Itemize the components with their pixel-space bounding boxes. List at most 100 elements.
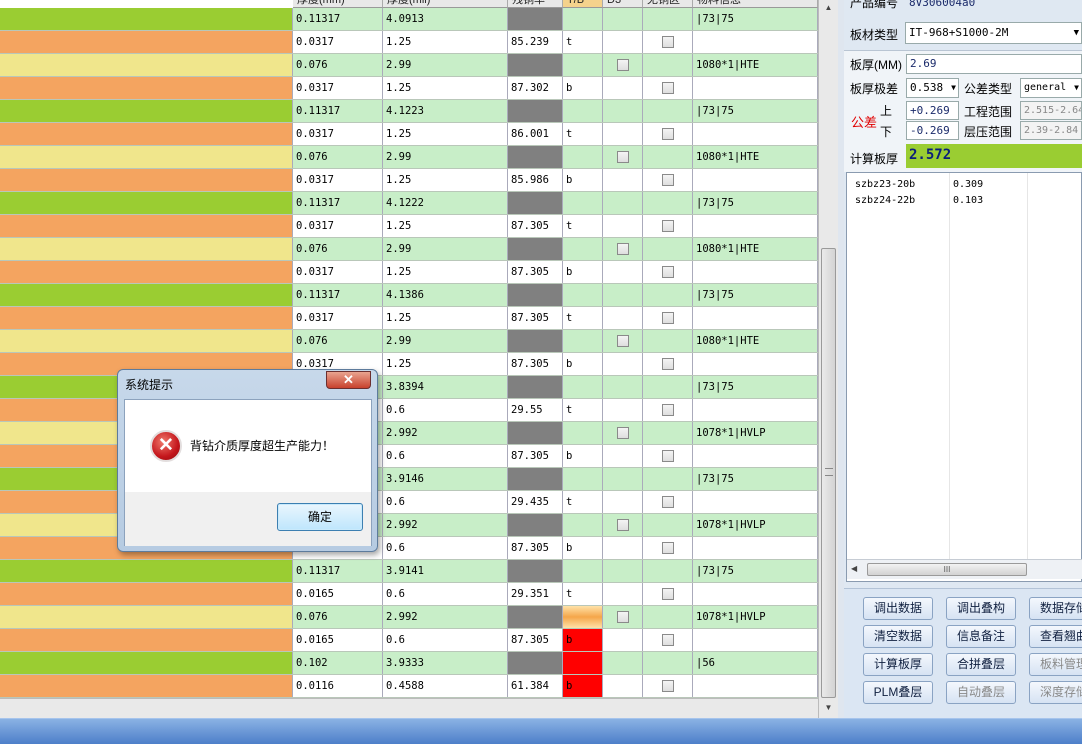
button-7[interactable]: 计算板厚 <box>863 653 933 676</box>
info-cell[interactable] <box>693 77 818 99</box>
thick-mil-cell[interactable]: 0.6 <box>383 491 508 513</box>
nocu-cell[interactable] <box>643 514 693 536</box>
tb-cell[interactable]: t <box>563 215 603 237</box>
button-10[interactable]: PLM叠层 <box>863 681 933 704</box>
table-row[interactable]: 0.11317 4.1386 |73|75 <box>0 284 818 307</box>
table-row[interactable]: 0.0317 1.25 87.305 b <box>0 261 818 284</box>
thick-mm-cell[interactable]: 0.11317 <box>293 8 383 30</box>
d3-checkbox[interactable] <box>617 519 629 531</box>
header-col-d3[interactable]: D3 <box>603 0 643 8</box>
tb-cell[interactable] <box>563 54 603 76</box>
nocu-checkbox[interactable] <box>662 496 674 508</box>
header-col-info[interactable]: 物料信息 <box>693 0 818 8</box>
thick-mm-cell[interactable]: 0.11317 <box>293 560 383 582</box>
layer-color-cell[interactable] <box>0 169 293 191</box>
info-cell[interactable]: 1078*1|HVLP <box>693 606 818 628</box>
tb-cell[interactable]: t <box>563 399 603 421</box>
d3-cell[interactable] <box>603 652 643 674</box>
copper-cell[interactable] <box>508 284 563 306</box>
d3-cell[interactable] <box>603 284 643 306</box>
copper-cell[interactable]: 61.384 <box>508 675 563 697</box>
thick-mil-cell[interactable]: 4.0913 <box>383 8 508 30</box>
nocu-cell[interactable] <box>643 261 693 283</box>
tb-cell[interactable]: b <box>563 77 603 99</box>
tb-cell[interactable]: t <box>563 31 603 53</box>
thick-mil-cell[interactable]: 1.25 <box>383 353 508 375</box>
copper-cell[interactable] <box>508 8 563 30</box>
thick-mm-cell[interactable]: 0.0165 <box>293 629 383 651</box>
tol-type-select[interactable]: general ▼ <box>1020 78 1082 98</box>
nocu-cell[interactable] <box>643 123 693 145</box>
info-cell[interactable] <box>693 675 818 697</box>
button-9[interactable]: 板料管理 <box>1029 653 1082 676</box>
d3-cell[interactable] <box>603 422 643 444</box>
thick-mil-cell[interactable]: 1.25 <box>383 123 508 145</box>
d3-cell[interactable] <box>603 560 643 582</box>
copper-cell[interactable]: 29.55 <box>508 399 563 421</box>
close-icon[interactable]: ✕ <box>326 371 371 389</box>
nocu-checkbox[interactable] <box>662 174 674 186</box>
layer-color-cell[interactable] <box>0 606 293 628</box>
thick-mil-cell[interactable]: 2.992 <box>383 514 508 536</box>
d3-cell[interactable] <box>603 307 643 329</box>
d3-cell[interactable] <box>603 169 643 191</box>
nocu-cell[interactable] <box>643 8 693 30</box>
thick-mm-cell[interactable]: 0.102 <box>293 652 383 674</box>
d3-cell[interactable] <box>603 261 643 283</box>
d3-cell[interactable] <box>603 583 643 605</box>
thick-mil-cell[interactable]: 2.99 <box>383 330 508 352</box>
info-cell[interactable]: 1080*1|HTE <box>693 238 818 260</box>
info-cell[interactable] <box>693 583 818 605</box>
layer-color-cell[interactable] <box>0 629 293 651</box>
tb-cell[interactable] <box>563 560 603 582</box>
thick-mm-cell[interactable]: 0.11317 <box>293 100 383 122</box>
nocu-cell[interactable] <box>643 422 693 444</box>
d3-checkbox[interactable] <box>617 151 629 163</box>
thick-mm-cell[interactable]: 0.0317 <box>293 261 383 283</box>
d3-checkbox[interactable] <box>617 243 629 255</box>
info-cell[interactable] <box>693 123 818 145</box>
tb-cell[interactable] <box>563 606 603 628</box>
nocu-checkbox[interactable] <box>662 312 674 324</box>
layer-color-cell[interactable] <box>0 261 293 283</box>
tb-cell[interactable]: t <box>563 491 603 513</box>
nocu-cell[interactable] <box>643 169 693 191</box>
thick-mil-cell[interactable]: 4.1223 <box>383 100 508 122</box>
thick-mm-cell[interactable]: 0.11317 <box>293 284 383 306</box>
nocu-cell[interactable] <box>643 215 693 237</box>
tb-cell[interactable]: b <box>563 445 603 467</box>
layer-color-cell[interactable] <box>0 192 293 214</box>
tb-cell[interactable] <box>563 238 603 260</box>
table-row[interactable]: 0.0317 1.25 87.305 t <box>0 215 818 238</box>
info-cell[interactable] <box>693 31 818 53</box>
copper-cell[interactable] <box>508 560 563 582</box>
copper-cell[interactable]: 87.305 <box>508 445 563 467</box>
thick-mil-cell[interactable]: 0.6 <box>383 445 508 467</box>
thick-mm-cell[interactable]: 0.076 <box>293 606 383 628</box>
d3-cell[interactable] <box>603 238 643 260</box>
d3-cell[interactable] <box>603 606 643 628</box>
d3-cell[interactable] <box>603 445 643 467</box>
copper-cell[interactable]: 87.305 <box>508 353 563 375</box>
layer-color-cell[interactable] <box>0 238 293 260</box>
layer-color-cell[interactable] <box>0 652 293 674</box>
thick-mil-cell[interactable]: 0.6 <box>383 583 508 605</box>
nocu-checkbox[interactable] <box>662 36 674 48</box>
button-6[interactable]: 查看翘曲 <box>1029 625 1082 648</box>
info-cell[interactable]: |73|75 <box>693 192 818 214</box>
copper-cell[interactable] <box>508 146 563 168</box>
tb-cell[interactable]: t <box>563 583 603 605</box>
tb-cell[interactable] <box>563 146 603 168</box>
layer-color-cell[interactable] <box>0 31 293 53</box>
button-3[interactable]: 数据存储 <box>1029 597 1082 620</box>
copper-cell[interactable]: 87.305 <box>508 307 563 329</box>
header-col-thick-mm[interactable]: 厚度(mm) <box>293 0 383 8</box>
nocu-cell[interactable] <box>643 31 693 53</box>
nocu-checkbox[interactable] <box>662 542 674 554</box>
d3-cell[interactable] <box>603 54 643 76</box>
table-row[interactable]: 0.102 3.9333 |56 <box>0 652 818 675</box>
tb-cell[interactable]: b <box>563 169 603 191</box>
thick-mm-cell[interactable]: 0.0317 <box>293 31 383 53</box>
table-row[interactable]: 0.0165 0.6 29.351 t <box>0 583 818 606</box>
table-row[interactable]: 0.11317 4.0913 |73|75 <box>0 8 818 31</box>
